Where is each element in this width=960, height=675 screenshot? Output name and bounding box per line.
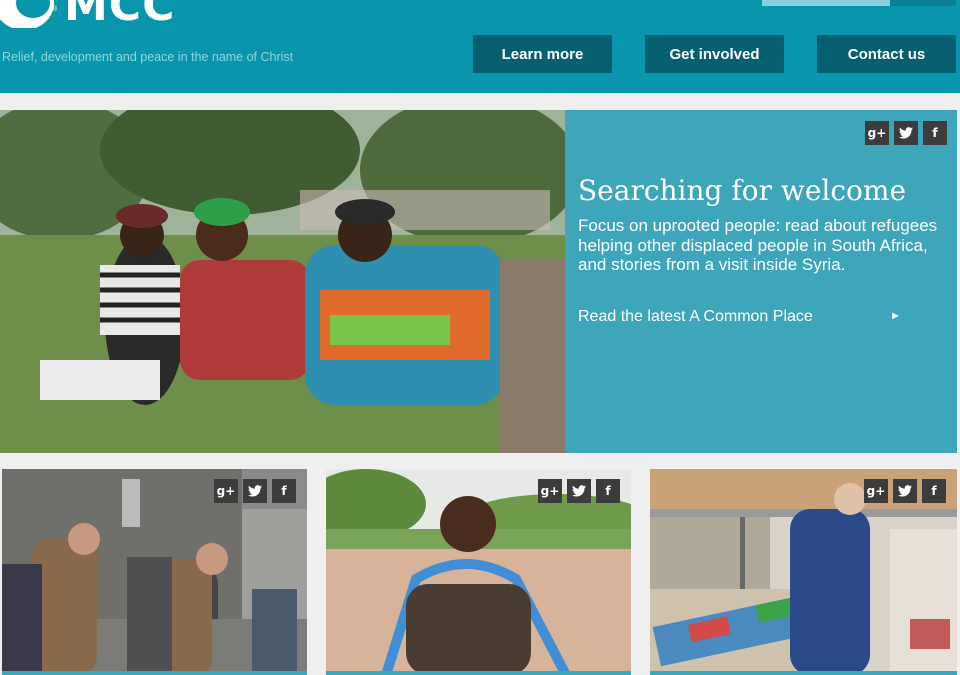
logo-text: MCC [64,0,176,31]
hero-photo[interactable] [0,110,565,453]
learn-more-button[interactable]: Learn more [473,35,612,73]
search-input[interactable] [762,0,890,6]
twitter-icon[interactable] [567,479,591,503]
site-header: ® MCC Relief, development and peace in t… [0,0,960,93]
google-plus-icon[interactable]: g+ [864,479,888,503]
read-latest-link[interactable]: Read the latest A Common Place [578,308,813,326]
card-1-share-buttons: g+ f [214,479,296,503]
story-card-1[interactable]: g+ f [2,469,307,675]
facebook-icon[interactable]: f [596,479,620,503]
google-plus-icon[interactable]: g+ [214,479,238,503]
mcc-logo[interactable]: ® MCC [0,0,176,31]
registered-mark: ® [52,6,58,13]
google-plus-icon[interactable]: g+ [865,121,889,145]
hero-description: Focus on uprooted people: read about ref… [578,216,938,274]
card-2-accent-bar [326,671,631,675]
card-3-share-buttons: g+ f [864,479,946,503]
card-3-accent-bar [650,671,957,675]
contact-us-button[interactable]: Contact us [817,35,956,73]
story-card-3[interactable]: g+ f [650,469,957,675]
story-card-2[interactable]: g+ f [326,469,631,675]
google-plus-icon[interactable]: g+ [538,479,562,503]
search-button[interactable] [890,0,956,6]
hero-text-panel: g+ f Searching for welcome Focus on upro… [565,110,957,453]
get-involved-button[interactable]: Get involved [645,35,784,73]
facebook-icon[interactable]: f [923,121,947,145]
twitter-icon[interactable] [243,479,267,503]
hero-title[interactable]: Searching for welcome [578,174,906,207]
hero-feature: g+ f Searching for welcome Focus on upro… [0,110,957,453]
facebook-icon[interactable]: f [272,479,296,503]
tagline: Relief, development and peace in the nam… [2,50,294,64]
play-arrow-icon[interactable]: ► [890,310,901,322]
twitter-icon[interactable] [894,121,918,145]
hero-share-buttons: g+ f [865,121,947,145]
facebook-icon[interactable]: f [922,479,946,503]
logo-mark-icon [0,0,56,28]
card-1-accent-bar [2,671,307,675]
card-2-share-buttons: g+ f [538,479,620,503]
twitter-icon[interactable] [893,479,917,503]
hero-photo-illustration [0,110,565,453]
